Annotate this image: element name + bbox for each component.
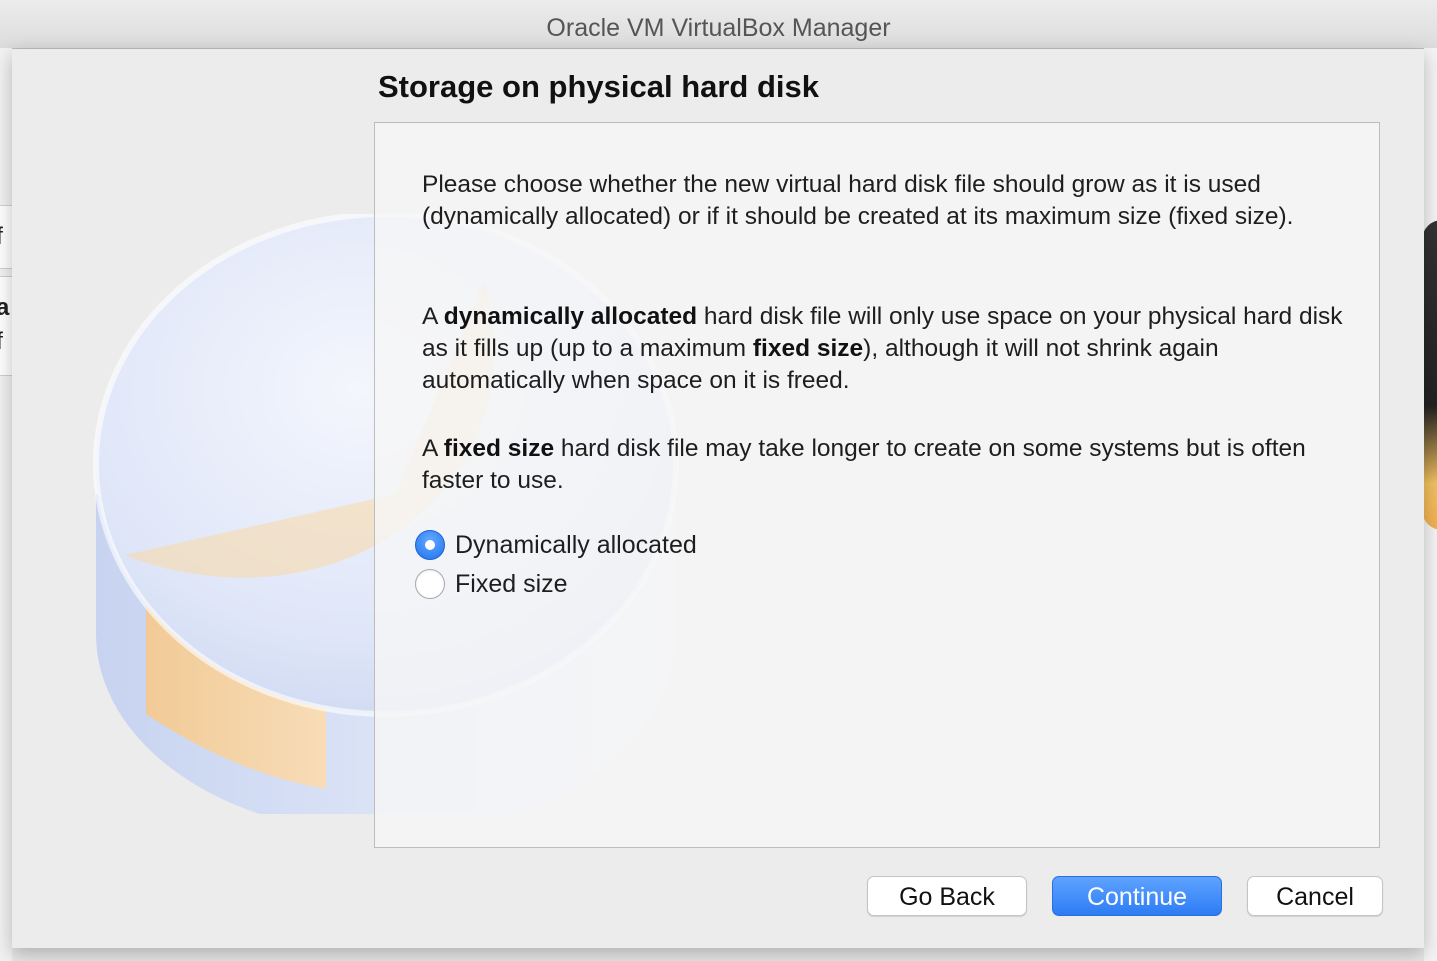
page-title: Storage on physical hard disk bbox=[378, 69, 820, 104]
cancel-button[interactable]: Cancel bbox=[1247, 876, 1383, 916]
continue-button[interactable]: Continue bbox=[1052, 876, 1222, 916]
create-disk-wizard-sheet: Storage on physical hard disk Please cho… bbox=[12, 49, 1424, 948]
background-list-item-text: ff bbox=[0, 223, 3, 250]
description-text: A bbox=[422, 303, 444, 330]
go-back-button[interactable]: Go Back bbox=[867, 876, 1027, 916]
description-text: A bbox=[422, 435, 444, 462]
radio-label[interactable]: Dynamically allocated bbox=[455, 531, 697, 560]
radio-fixed-size[interactable]: Fixed size bbox=[415, 567, 568, 601]
dynamic-description: A dynamically allocated hard disk file w… bbox=[422, 301, 1352, 397]
emphasis-text: fixed size bbox=[443, 435, 555, 462]
background-sidebar bbox=[0, 48, 12, 961]
emphasis-text: dynamically allocated bbox=[443, 303, 698, 330]
emphasis-text: fixed size bbox=[752, 335, 864, 362]
radio-label[interactable]: Fixed size bbox=[455, 570, 568, 599]
background-os-icon bbox=[1422, 220, 1437, 530]
background-list-item[interactable]: ta ff bbox=[0, 276, 12, 376]
background-list-item-text: ff bbox=[0, 325, 12, 359]
radio-unselected-icon[interactable] bbox=[415, 569, 445, 599]
description-text: hard disk file may take longer to create… bbox=[422, 435, 1306, 494]
fixed-description: A fixed size hard disk file may take lon… bbox=[422, 433, 1352, 497]
background-list-item-text: ta bbox=[0, 291, 12, 325]
intro-text: Please choose whether the new virtual ha… bbox=[422, 171, 1294, 230]
radio-dot bbox=[425, 540, 435, 550]
background-list-item[interactable]: ff bbox=[0, 205, 12, 269]
radio-dynamically-allocated[interactable]: Dynamically allocated bbox=[415, 528, 697, 562]
window-title: Oracle VM VirtualBox Manager bbox=[0, 0, 1437, 49]
content-panel: Please choose whether the new virtual ha… bbox=[374, 122, 1380, 848]
radio-selected-icon[interactable] bbox=[415, 530, 445, 560]
